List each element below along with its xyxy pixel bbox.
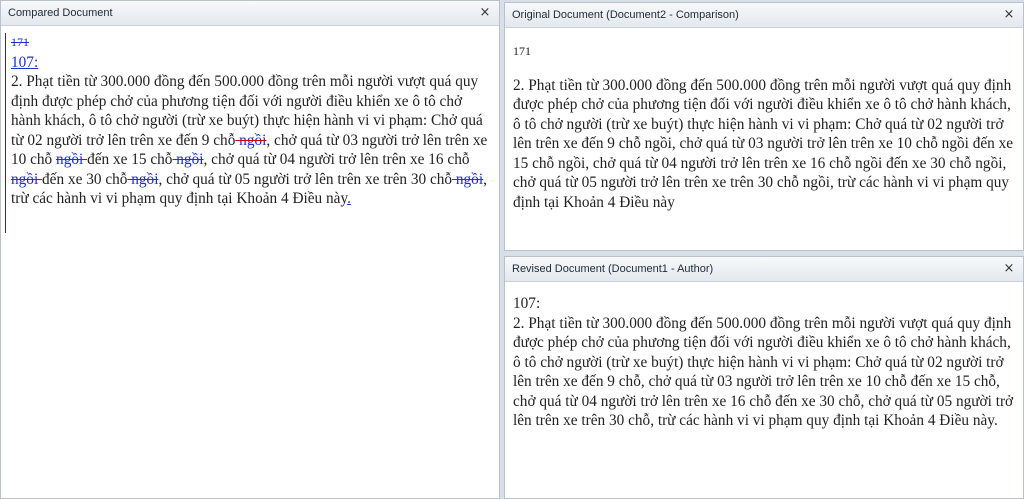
text-segment: đến xe 30 chỗ — [42, 170, 128, 188]
change-bar — [5, 33, 6, 233]
pane-header-compared: Compared Document × — [1, 1, 499, 26]
close-icon[interactable]: × — [477, 1, 493, 25]
deleted-text: ngồi — [11, 170, 43, 188]
deleted-text: ngồi — [127, 170, 159, 188]
close-icon[interactable]: × — [1001, 3, 1017, 27]
deleted-text: ngồi — [56, 151, 88, 168]
close-icon[interactable]: × — [1001, 257, 1017, 281]
original-line-number: 171 — [513, 44, 531, 58]
revised-paragraph: 2. Phạt tiền từ 300.000 đồng đến 500.000… — [513, 314, 1014, 430]
compared-document-body[interactable]: 171 107: 2. Phạt tiền từ 300.000 đồng đế… — [1, 26, 499, 233]
deleted-text: ngồi — [452, 170, 484, 188]
text-segment: đến xe 15 chỗ — [87, 151, 173, 168]
inserted-text: . — [347, 190, 351, 207]
inserted-line-number: 107: — [11, 53, 39, 71]
deleted-text: ngồi — [235, 131, 267, 149]
pane-header-original: Original Document (Document2 - Compariso… — [505, 3, 1023, 28]
original-document-body[interactable]: 171 2. Phạt tiền từ 300.000 đồng đến 500… — [505, 28, 1023, 212]
original-paragraph: 2. Phạt tiền từ 300.000 đồng đến 500.000… — [513, 76, 1014, 211]
compared-paragraph: 2. Phạt tiền từ 300.000 đồng đến 500.000… — [11, 72, 493, 209]
pane-title-revised: Revised Document (Document1 - Author) — [512, 263, 714, 275]
pane-title-original: Original Document (Document2 - Compariso… — [512, 9, 739, 21]
text-segment: , chở quá từ 04 người trở lên trên xe 16… — [203, 151, 470, 168]
revised-document-body[interactable]: 107: 2. Phạt tiền từ 300.000 đồng đến 50… — [505, 282, 1023, 431]
original-document-pane: Original Document (Document2 - Compariso… — [504, 2, 1024, 251]
revised-line-number: 107: — [513, 295, 541, 312]
deleted-line-number: 171 — [11, 35, 29, 49]
pane-title-compared: Compared Document — [8, 7, 113, 19]
compared-document-pane: Compared Document × 171 107: 2. Phạt tiề… — [0, 0, 500, 499]
revised-document-pane: Revised Document (Document1 - Author) × … — [504, 256, 1024, 499]
pane-header-revised: Revised Document (Document1 - Author) × — [505, 257, 1023, 282]
deleted-text: ngồi — [172, 151, 204, 168]
text-segment: , chở quá từ 05 người trở lên trên xe tr… — [158, 170, 453, 188]
